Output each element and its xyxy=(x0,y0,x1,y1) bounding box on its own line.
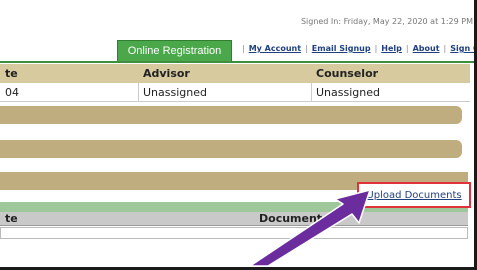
upload-documents-link[interactable]: Upload Documents xyxy=(366,190,461,201)
signed-in-status: Signed In: Friday, May 22, 2020 at 1:29 … xyxy=(300,17,473,26)
registration-portal-screenshot: Signed In: Friday, May 22, 2020 at 1:29 … xyxy=(0,0,477,270)
cell-divider xyxy=(138,83,139,102)
sign-out-link[interactable]: Sign Out xyxy=(450,44,477,53)
about-link[interactable]: About xyxy=(413,44,440,53)
nav-separator: | xyxy=(374,44,378,53)
nav-separator: | xyxy=(443,44,447,53)
section-bar xyxy=(0,140,462,158)
cell-divider xyxy=(311,83,312,102)
nav-separator: | xyxy=(242,44,245,53)
section-bar xyxy=(0,106,462,124)
advisor-table: te Advisor Counselor 04 Unassigned Unass… xyxy=(0,64,470,102)
column-header-document: Document xyxy=(259,212,323,225)
nav-separator: | xyxy=(305,44,308,53)
upload-documents-highlight: Upload Documents xyxy=(357,182,471,208)
advisor-table-header: te Advisor Counselor xyxy=(0,64,470,83)
top-navigation: Online Registration | My Account | Email… xyxy=(0,40,477,63)
column-header-advisor: Advisor xyxy=(143,67,190,80)
documents-table-header: te Document xyxy=(0,212,468,226)
documents-table-empty-row xyxy=(0,227,468,239)
help-link[interactable]: Help xyxy=(381,44,402,53)
nav-links: | My Account | Email Signup | Help | Abo… xyxy=(238,44,477,53)
column-header-date: te xyxy=(5,212,18,225)
column-header-date: te xyxy=(5,67,18,80)
nav-separator: | xyxy=(405,44,409,53)
nav-divider xyxy=(0,61,477,63)
column-header-counselor: Counselor xyxy=(316,67,379,80)
cell-counselor: Unassigned xyxy=(316,85,380,99)
table-row: 04 Unassigned Unassigned xyxy=(0,83,470,102)
my-account-link[interactable]: My Account xyxy=(249,44,301,53)
cell-advisor: Unassigned xyxy=(143,85,207,99)
online-registration-tab[interactable]: Online Registration xyxy=(117,40,232,62)
email-signup-link[interactable]: Email Signup xyxy=(312,44,371,53)
cell-date: 04 xyxy=(5,85,19,99)
